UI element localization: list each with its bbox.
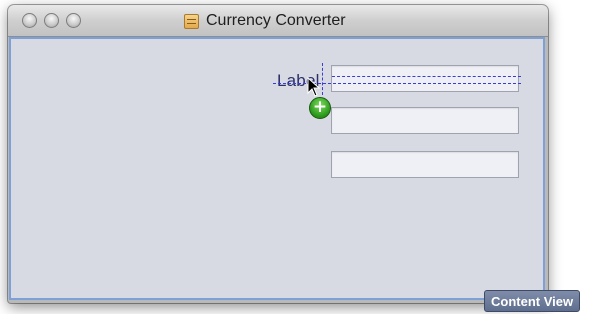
screen: Currency Converter Label + Content View (0, 0, 589, 314)
text-field-1[interactable] (331, 65, 519, 92)
minimize-button[interactable] (44, 13, 59, 28)
vertical-guide (322, 63, 323, 95)
title-bar[interactable]: Currency Converter (8, 5, 548, 37)
text-field-3[interactable] (331, 151, 519, 178)
document-icon (184, 13, 199, 29)
content-view[interactable]: Label + (9, 37, 545, 300)
window-title-group: Currency Converter (184, 11, 346, 31)
top-guide (332, 76, 521, 77)
content-view-tooltip: Content View (484, 290, 581, 312)
plus-icon: + (309, 97, 331, 119)
close-button[interactable] (22, 13, 37, 28)
text-field-2[interactable] (331, 107, 519, 134)
zoom-button[interactable] (66, 13, 81, 28)
window-title: Currency Converter (206, 12, 346, 29)
arrow-cursor-icon (307, 77, 321, 97)
app-window: Currency Converter Label + (8, 5, 548, 303)
